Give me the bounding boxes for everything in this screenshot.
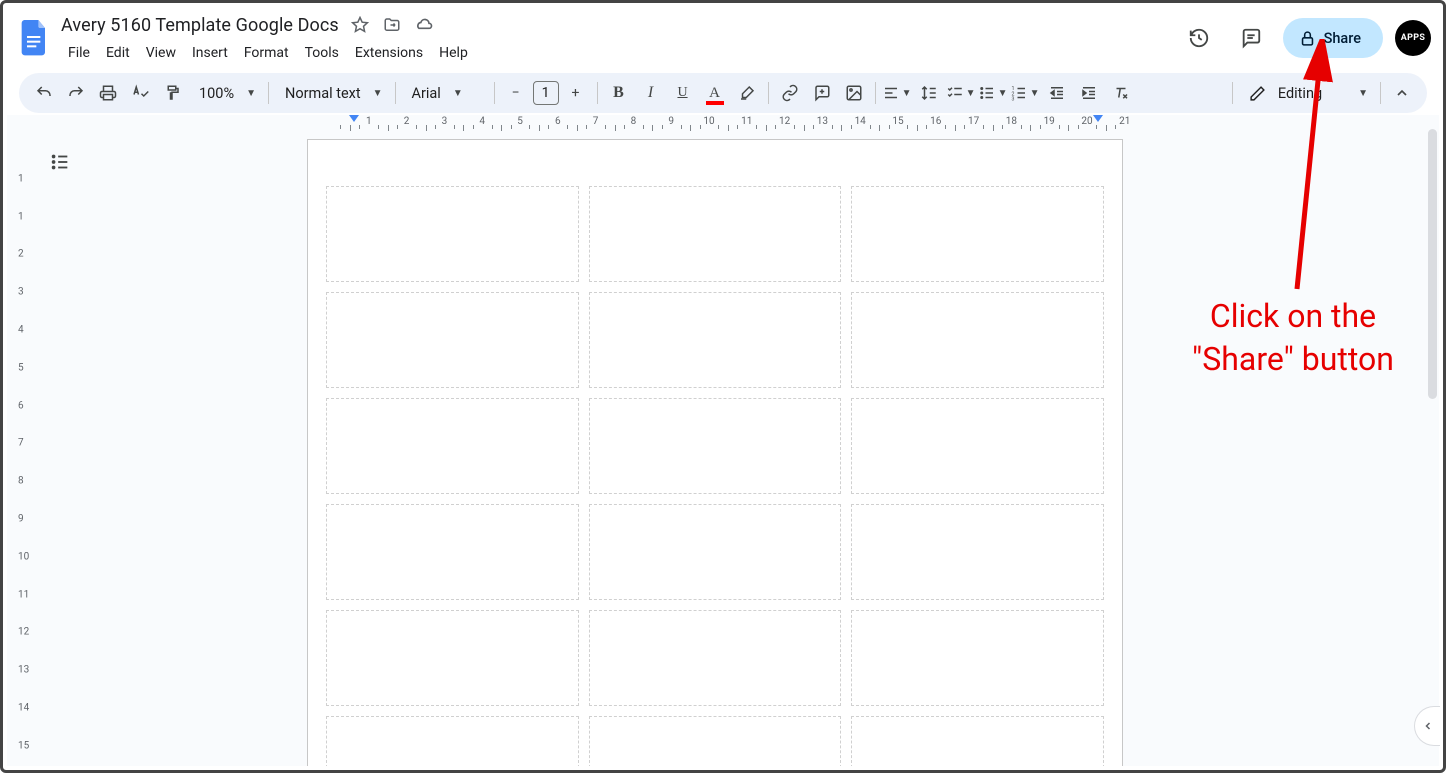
increase-indent-icon[interactable]: [1074, 78, 1104, 108]
chevron-down-icon: ▼: [246, 88, 256, 99]
chevron-down-icon: ▼: [1358, 88, 1368, 99]
menu-help[interactable]: Help: [432, 41, 475, 65]
insert-link-icon[interactable]: [775, 78, 805, 108]
menu-edit[interactable]: Edit: [99, 41, 137, 65]
vertical-ruler[interactable]: 1123456789101112131415: [7, 131, 41, 766]
spellcheck-icon[interactable]: [125, 78, 155, 108]
label-cell[interactable]: [589, 186, 842, 282]
redo-icon[interactable]: [61, 78, 91, 108]
pencil-icon: [1249, 85, 1266, 102]
bold-button[interactable]: B: [604, 78, 634, 108]
zoom-dropdown[interactable]: 100%▼: [189, 78, 262, 108]
align-button[interactable]: ▼: [882, 78, 912, 108]
menu-tools[interactable]: Tools: [298, 41, 346, 65]
menu-bar: File Edit View Insert Format Tools Exten…: [61, 41, 475, 65]
checklist-icon[interactable]: ▼: [946, 78, 976, 108]
menu-format[interactable]: Format: [237, 41, 296, 65]
insert-comment-icon[interactable]: [807, 78, 837, 108]
paint-format-icon[interactable]: [157, 78, 187, 108]
label-cell[interactable]: [851, 398, 1104, 494]
lock-icon: [1299, 30, 1316, 47]
label-cell[interactable]: [589, 292, 842, 388]
label-cell[interactable]: [326, 716, 579, 766]
history-icon[interactable]: [1179, 18, 1219, 58]
insert-image-icon[interactable]: [839, 78, 869, 108]
menu-insert[interactable]: Insert: [185, 41, 235, 65]
label-cell[interactable]: [326, 292, 579, 388]
label-cell[interactable]: [589, 504, 842, 600]
label-cell[interactable]: [851, 292, 1104, 388]
account-avatar[interactable]: APPS: [1395, 20, 1431, 56]
label-cell[interactable]: [326, 398, 579, 494]
bullet-list-icon[interactable]: ▼: [978, 78, 1008, 108]
decrease-indent-icon[interactable]: [1042, 78, 1072, 108]
horizontal-ruler[interactable]: 123456789101112131415161718192021: [41, 115, 1439, 131]
collapse-toolbar-icon[interactable]: [1387, 78, 1417, 108]
vertical-scrollbar[interactable]: [1428, 129, 1437, 399]
move-folder-icon[interactable]: [381, 14, 403, 36]
font-size-input[interactable]: 1: [533, 81, 559, 105]
svg-text:3: 3: [1011, 97, 1014, 103]
decrease-font-icon[interactable]: −: [501, 78, 531, 108]
label-cell[interactable]: [851, 504, 1104, 600]
font-dropdown[interactable]: Arial▼: [402, 78, 488, 108]
label-cell[interactable]: [589, 716, 842, 766]
document-page[interactable]: [307, 139, 1123, 766]
header-bar: Avery 5160 Template Google Docs File Edi…: [3, 3, 1443, 67]
increase-font-icon[interactable]: +: [561, 78, 591, 108]
document-title[interactable]: Avery 5160 Template Google Docs: [61, 15, 339, 36]
print-icon[interactable]: [93, 78, 123, 108]
menu-extensions[interactable]: Extensions: [348, 41, 430, 65]
paragraph-style-dropdown[interactable]: Normal text▼: [275, 78, 389, 108]
docs-logo-icon[interactable]: [15, 18, 55, 58]
label-grid: [326, 186, 1104, 766]
text-color-button[interactable]: A: [700, 78, 730, 108]
share-button[interactable]: Share: [1283, 18, 1383, 58]
clear-formatting-icon[interactable]: [1106, 78, 1136, 108]
label-cell[interactable]: [851, 186, 1104, 282]
chevron-down-icon: ▼: [373, 88, 383, 99]
chevron-down-icon: ▼: [453, 88, 463, 99]
menu-view[interactable]: View: [139, 41, 183, 65]
editing-mode-dropdown[interactable]: Editing ▼: [1239, 78, 1374, 108]
outline-toggle-icon[interactable]: [43, 145, 77, 179]
star-icon[interactable]: [349, 14, 371, 36]
comments-icon[interactable]: [1231, 18, 1271, 58]
underline-button[interactable]: U: [668, 78, 698, 108]
line-spacing-icon[interactable]: [914, 78, 944, 108]
label-cell[interactable]: [589, 610, 842, 706]
workspace: 123456789101112131415161718192021 112345…: [7, 115, 1439, 766]
label-cell[interactable]: [326, 610, 579, 706]
undo-icon[interactable]: [29, 78, 59, 108]
cloud-status-icon[interactable]: [413, 14, 435, 36]
label-cell[interactable]: [851, 610, 1104, 706]
italic-button[interactable]: I: [636, 78, 666, 108]
toolbar: 100%▼ Normal text▼ Arial▼ − 1 + B I U A …: [19, 73, 1427, 113]
menu-file[interactable]: File: [61, 41, 97, 65]
label-cell[interactable]: [589, 398, 842, 494]
share-label: Share: [1324, 30, 1361, 47]
label-cell[interactable]: [326, 504, 579, 600]
label-cell[interactable]: [326, 186, 579, 282]
highlight-button[interactable]: [732, 78, 762, 108]
numbered-list-icon[interactable]: 123▼: [1010, 78, 1040, 108]
label-cell[interactable]: [851, 716, 1104, 766]
